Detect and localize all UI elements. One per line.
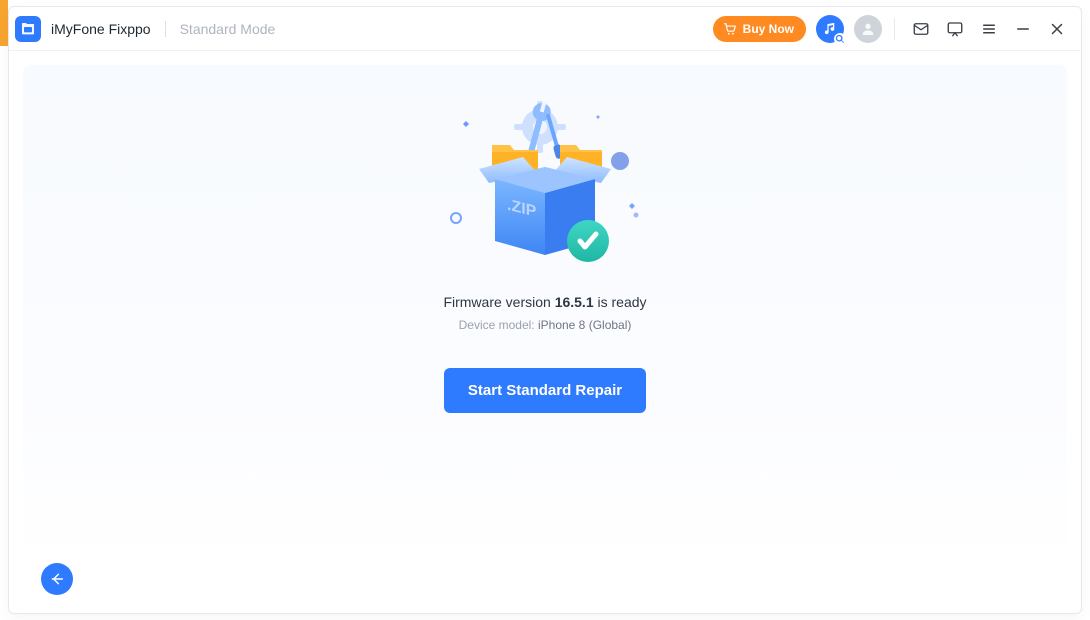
- device-model-line: Device model: iPhone 8 (Global): [459, 318, 632, 332]
- account-icon[interactable]: [854, 15, 882, 43]
- title-separator: [165, 21, 166, 37]
- app-title: iMyFone Fixppo: [51, 21, 151, 37]
- app-window: iMyFone Fixppo Standard Mode Buy Now: [8, 6, 1082, 614]
- buy-now-label: Buy Now: [743, 22, 794, 36]
- arrow-left-icon: [49, 571, 65, 587]
- firmware-box-illustration: .ZIP: [430, 103, 660, 278]
- stage-panel: .ZIP Firmware version 16.5.1 is ready De…: [23, 65, 1067, 571]
- cart-icon: [723, 22, 737, 36]
- close-icon[interactable]: [1043, 15, 1071, 43]
- background-stub: [0, 0, 8, 46]
- title-separator-2: [894, 18, 895, 40]
- firmware-prefix: Firmware version: [443, 294, 554, 310]
- firmware-status-line: Firmware version 16.5.1 is ready: [443, 294, 646, 310]
- buy-now-button[interactable]: Buy Now: [713, 16, 806, 42]
- start-repair-button[interactable]: Start Standard Repair: [444, 368, 646, 413]
- feedback-icon[interactable]: [941, 15, 969, 43]
- firmware-suffix: is ready: [594, 294, 647, 310]
- firmware-version: 16.5.1: [555, 294, 594, 310]
- content-area: .ZIP Firmware version 16.5.1 is ready De…: [9, 51, 1081, 613]
- title-bar: iMyFone Fixppo Standard Mode Buy Now: [9, 7, 1081, 51]
- mail-icon[interactable]: [907, 15, 935, 43]
- search-icon: [834, 33, 846, 45]
- app-logo-icon: [15, 16, 41, 42]
- device-model-prefix: Device model:: [459, 318, 538, 332]
- music-icon[interactable]: [816, 15, 844, 43]
- menu-icon[interactable]: [975, 15, 1003, 43]
- device-model-value: iPhone 8 (Global): [538, 318, 631, 332]
- mode-label: Standard Mode: [180, 21, 276, 37]
- back-button[interactable]: [41, 563, 73, 595]
- minimize-icon[interactable]: [1009, 15, 1037, 43]
